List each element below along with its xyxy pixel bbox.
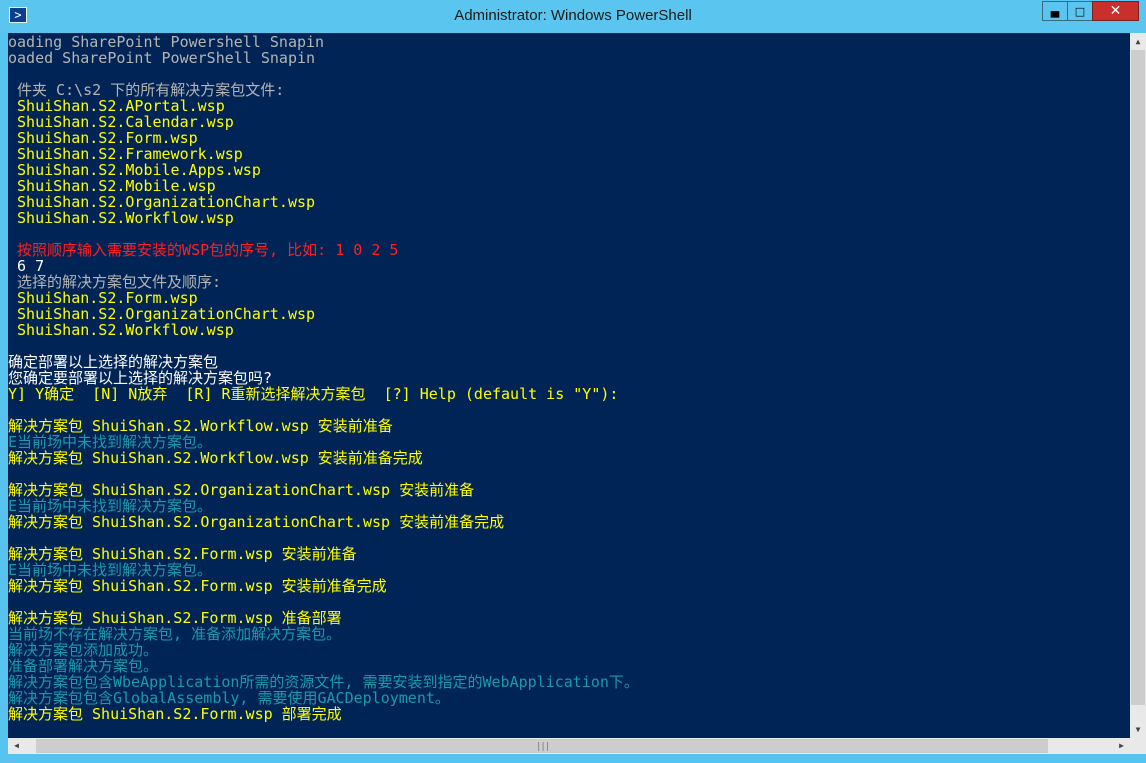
console-line: ShuiShan.S2.Workflow.wsp	[8, 209, 234, 227]
horizontal-scroll-thumb[interactable]: |||	[36, 739, 1048, 753]
console-line: oaded SharePoint PowerShell Snapin	[8, 49, 316, 67]
vertical-scroll-thumb[interactable]	[1131, 50, 1145, 705]
console-line: E当前场中未找到解决方案包。	[8, 561, 213, 579]
console-line: E当前场中未找到解决方案包。	[8, 497, 213, 515]
console-line: ShuiShan.S2.Mobile.Apps.wsp	[8, 161, 261, 179]
console-line: 确定部署以上选择的解决方案包	[8, 353, 219, 371]
console-line: 解决方案包包含WbeApplication所需的资源文件, 需要安装到指定的We…	[8, 673, 639, 691]
console-line: 解决方案包包含GlobalAssembly, 需要使用GACDeployment…	[8, 689, 450, 707]
console-line: ShuiShan.S2.Framework.wsp	[8, 145, 243, 163]
console-line: 件夹 C:\s2 下的所有解决方案包文件:	[8, 81, 285, 99]
console-line: 解决方案包 ShuiShan.S2.Form.wsp 安装前准备	[8, 545, 357, 563]
scroll-right-icon[interactable]: ▶	[1113, 738, 1130, 754]
console-line: 6 7	[8, 257, 45, 275]
console-line: ShuiShan.S2.APortal.wsp	[8, 97, 225, 115]
maximize-button[interactable]: □	[1067, 1, 1093, 21]
scroll-down-icon[interactable]: ▼	[1130, 721, 1146, 738]
console-line: oading SharePoint Powershell Snapin	[8, 33, 325, 51]
console-line: ShuiShan.S2.OrganizationChart.wsp	[8, 305, 316, 323]
close-icon: ✕	[1109, 3, 1122, 19]
console-line: E当前场中未找到解决方案包。	[8, 433, 213, 451]
console-line: ShuiShan.S2.Workflow.wsp	[8, 321, 234, 339]
console-line: 解决方案包 ShuiShan.S2.OrganizationChart.wsp …	[8, 513, 505, 531]
console-line: 解决方案包 ShuiShan.S2.Form.wsp 部署完成	[8, 705, 342, 723]
horizontal-scrollbar[interactable]: ◀ ||| ▶	[8, 738, 1130, 754]
console-line: 解决方案包 ShuiShan.S2.Form.wsp 安装前准备完成	[8, 577, 387, 595]
maximize-icon: □	[1074, 5, 1086, 18]
console-line: 准备部署解决方案包。	[8, 657, 159, 675]
console-line: ShuiShan.S2.Mobile.wsp	[8, 177, 216, 195]
grip-icon: |||	[536, 742, 550, 752]
minimize-icon: ▄	[1050, 5, 1060, 18]
scroll-up-icon[interactable]: ▲	[1130, 33, 1146, 50]
console-line: ShuiShan.S2.Calendar.wsp	[8, 113, 234, 131]
console-line: ShuiShan.S2.OrganizationChart.wsp	[8, 193, 316, 211]
title-bar[interactable]: > Administrator: Windows PowerShell ▄ □ …	[0, 0, 1146, 33]
console-line: Y] Y确定 [N] N放弃 [R] R重新选择解决方案包 [?] Help (…	[8, 385, 619, 403]
console-line: 解决方案包 ShuiShan.S2.Workflow.wsp 安装前准备完成	[8, 449, 423, 467]
console-line: 您确定要部署以上选择的解决方案包吗?	[8, 369, 273, 387]
powershell-window: > Administrator: Windows PowerShell ▄ □ …	[0, 0, 1146, 763]
window-controls: ▄ □ ✕	[1042, 1, 1139, 22]
console-line: ShuiShan.S2.Form.wsp	[8, 129, 198, 147]
console-line: 当前场不存在解决方案包, 准备添加解决方案包。	[8, 625, 342, 643]
scroll-corner	[1130, 738, 1146, 754]
vertical-scrollbar[interactable]: ▲ ▼	[1130, 33, 1146, 738]
console-line: 按照顺序输入需要安装的WSP包的序号, 比如: 1 0 2 5	[8, 241, 399, 259]
close-button[interactable]: ✕	[1092, 1, 1139, 21]
console-line: 解决方案包 ShuiShan.S2.OrganizationChart.wsp …	[8, 481, 475, 499]
console-output[interactable]: oading SharePoint Powershell Snapin oaded…	[8, 33, 1130, 738]
window-title: Administrator: Windows PowerShell	[454, 7, 692, 24]
minimize-button[interactable]: ▄	[1042, 1, 1068, 21]
console-line: ShuiShan.S2.Form.wsp	[8, 289, 198, 307]
console-line: 解决方案包添加成功。	[8, 641, 159, 659]
console-line: 解决方案包 ShuiShan.S2.Workflow.wsp 安装前准备	[8, 417, 393, 435]
console-line: 解决方案包 ShuiShan.S2.Form.wsp 准备部署	[8, 609, 342, 627]
console-line: 选择的解决方案包文件及顺序:	[8, 273, 222, 291]
scroll-left-icon[interactable]: ◀	[8, 738, 25, 754]
